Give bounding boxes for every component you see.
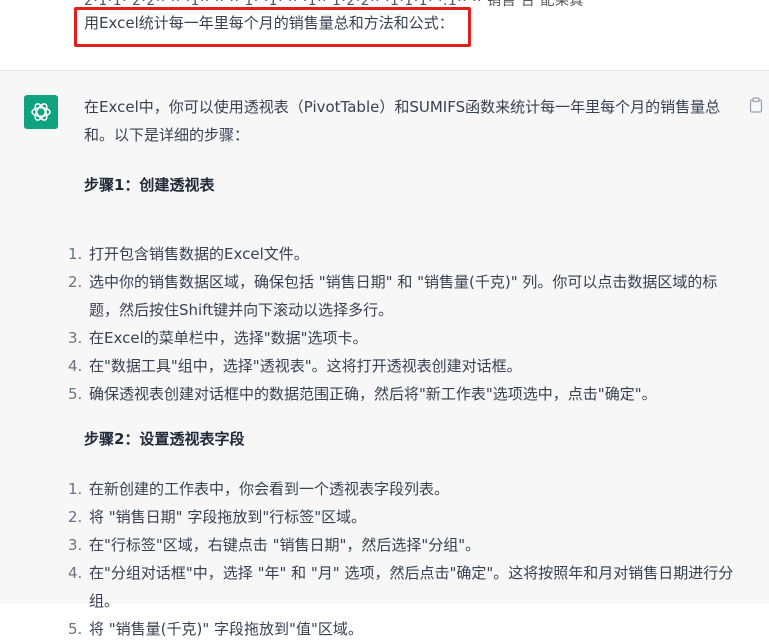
list-item-text: 确保透视表创建对话框中的数据范围正确，然后将"新工作表"选项选中，点击"确定"。 [89, 385, 657, 403]
list-item: 5. 确保透视表创建对话框中的数据范围正确，然后将"新工作表"选项选中，点击"确定… [68, 380, 744, 408]
list-item-text: 在新创建的工作表中，你会看到一个透视表字段列表。 [89, 480, 450, 498]
openai-logo-icon [24, 95, 58, 129]
list-item-number: 4. [68, 357, 83, 375]
list-item: 5. 将 "销售量(千克)" 字段拖放到"值"区域。 [68, 615, 744, 643]
step2-list: 1. 在新创建的工作表中，你会看到一个透视表字段列表。 2. 将 "销售日期" 字段拖… [68, 475, 744, 643]
list-item-text: 在"数据工具"组中，选择"透视表"。这将打开透视表创建对话框。 [89, 357, 522, 375]
list-item-text: 在Excel的菜单栏中，选择"数据"选项卡。 [89, 329, 368, 347]
assistant-content: 在Excel中，你可以使用透视表（PivotTable）和SUMIFS函数来统计… [68, 93, 739, 638]
step2-heading: 步骤2：设置透视表字段 [84, 430, 245, 448]
list-item: 2. 将 "销售日期" 字段拖放到"行标签"区域。 [68, 503, 744, 531]
list-item-number: 2. [68, 273, 83, 291]
red-highlight-box [74, 7, 471, 47]
list-item: 3. 在"行标签"区域，右键点击 "销售日期"，然后选择"分组"。 [68, 531, 744, 559]
list-item-number: 2. [68, 508, 83, 526]
list-item-number: 3. [68, 329, 83, 347]
list-item-text: 在"分组对话框"中，选择 "年" 和 "月" 选项，然后点击"确定"。这将按照年… [89, 564, 734, 610]
assistant-intro: 在Excel中，你可以使用透视表（PivotTable）和SUMIFS函数来统计… [84, 98, 721, 144]
list-item-number: 1. [68, 480, 83, 498]
list-item-number: 5. [68, 620, 83, 638]
list-item-text: 打开包含销售数据的Excel文件。 [89, 245, 309, 263]
list-item: 1. 在新创建的工作表中，你会看到一个透视表字段列表。 [68, 475, 744, 503]
list-item: 4. 在"数据工具"组中，选择"透视表"。这将打开透视表创建对话框。 [68, 352, 744, 380]
list-item: 1. 打开包含销售数据的Excel文件。 [68, 240, 744, 268]
list-item-text: 将 "销售量(千克)" 字段拖放到"值"区域。 [89, 620, 363, 638]
assistant-message: 在Excel中，你可以使用透视表（PivotTable）和SUMIFS函数来统计… [0, 71, 769, 638]
list-item-number: 4. [68, 564, 83, 582]
user-message: 2·1·1· 2·2·· ·· ·1·· ·· ·· 1· ·1· ·· ·1·… [0, 0, 769, 71]
list-item-number: 3. [68, 536, 83, 554]
list-item-number: 1. [68, 245, 83, 263]
list-item: 3. 在Excel的菜单栏中，选择"数据"选项卡。 [68, 324, 744, 352]
list-item-text: 将 "销售日期" 字段拖放到"行标签"区域。 [89, 508, 367, 526]
list-item-number: 5. [68, 385, 83, 403]
list-item: 4. 在"分组对话框"中，选择 "年" 和 "月" 选项，然后点击"确定"。这将按… [68, 559, 744, 615]
list-item: 2. 选中你的销售数据区域，确保包括 "销售日期" 和 "销售量(千克)" 列。你… [68, 268, 744, 324]
list-item-text: 选中你的销售数据区域，确保包括 "销售日期" 和 "销售量(千克)" 列。你可以… [89, 273, 718, 319]
clipboard-icon[interactable] [749, 97, 763, 113]
step1-heading: 步骤1：创建透视表 [84, 176, 215, 194]
step1-list: 1. 打开包含销售数据的Excel文件。 2. 选中你的销售数据区域，确保包括 "销售… [68, 240, 744, 408]
openai-logo-glyph [31, 103, 51, 121]
list-item-text: 在"行标签"区域，右键点击 "销售日期"，然后选择"分组"。 [89, 536, 481, 554]
